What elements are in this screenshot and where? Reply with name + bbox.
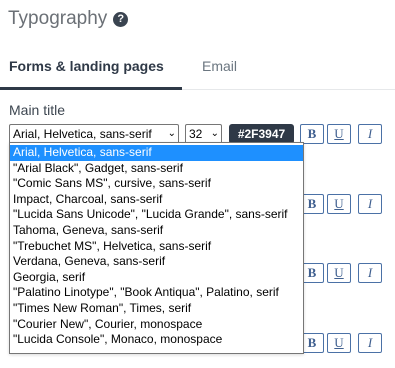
help-icon[interactable]: ? [113,11,129,27]
dropdown-option[interactable]: "Arial Black", Gadget, sans-serif [10,161,303,177]
italic-button[interactable]: I [358,124,382,144]
chevron-down-icon: ⌄ [210,128,219,139]
font-family-dropdown: Arial, Helvetica, sans-serif "Arial Blac… [9,142,304,354]
tab-bar: Forms & landing pages Email [0,48,395,90]
chevron-down-icon: ⌄ [167,128,176,139]
dropdown-option[interactable]: "Comic Sans MS", cursive, sans-serif [10,176,303,192]
dropdown-option[interactable]: "Palatino Linotype", "Book Antiqua", Pal… [10,285,303,301]
dropdown-option[interactable]: Impact, Charcoal, sans-serif [10,192,303,208]
underline-button[interactable]: U [327,194,351,214]
italic-button[interactable]: I [358,333,382,353]
dropdown-option[interactable]: "Lucida Console", Monaco, monospace [10,332,303,348]
underline-button[interactable]: U [327,333,351,353]
underline-button[interactable]: U [327,124,351,144]
font-family-value: Arial, Helvetica, sans-serif [13,127,152,141]
section-heading: Typography ? [8,8,129,30]
dropdown-option[interactable]: Arial, Helvetica, sans-serif [10,145,303,161]
underline-button[interactable]: U [327,263,351,283]
tab-forms-landing-pages[interactable]: Forms & landing pages [0,48,182,90]
main-title-controls: Arial, Helvetica, sans-serif ⌄ 32 ⌄ #2F3… [9,124,389,144]
typography-panel: Typography ? Forms & landing pages Email… [0,0,395,368]
dropdown-option[interactable]: "Courier New", Courier, monospace [10,317,303,333]
dropdown-option[interactable]: "Lucida Sans Unicode", "Lucida Grande", … [10,207,303,223]
italic-button[interactable]: I [358,263,382,283]
font-size-value: 32 [189,127,203,141]
italic-button[interactable]: I [358,194,382,214]
dropdown-option[interactable]: Georgia, serif [10,270,303,286]
font-size-select[interactable]: 32 ⌄ [185,124,222,144]
dropdown-option[interactable]: "Trebuchet MS", Helvetica, sans-serif [10,239,303,255]
dropdown-option[interactable]: "Times New Roman", Times, serif [10,301,303,317]
page-title: Typography [8,8,108,29]
bold-button[interactable]: B [300,124,324,144]
dropdown-option[interactable]: Tahoma, Geneva, sans-serif [10,223,303,239]
color-picker-button[interactable]: #2F3947 [229,124,294,144]
font-family-select[interactable]: Arial, Helvetica, sans-serif ⌄ [9,124,179,144]
tab-email[interactable]: Email [202,48,237,90]
main-title-label: Main title [9,102,66,118]
dropdown-option[interactable]: Verdana, Geneva, sans-serif [10,254,303,270]
